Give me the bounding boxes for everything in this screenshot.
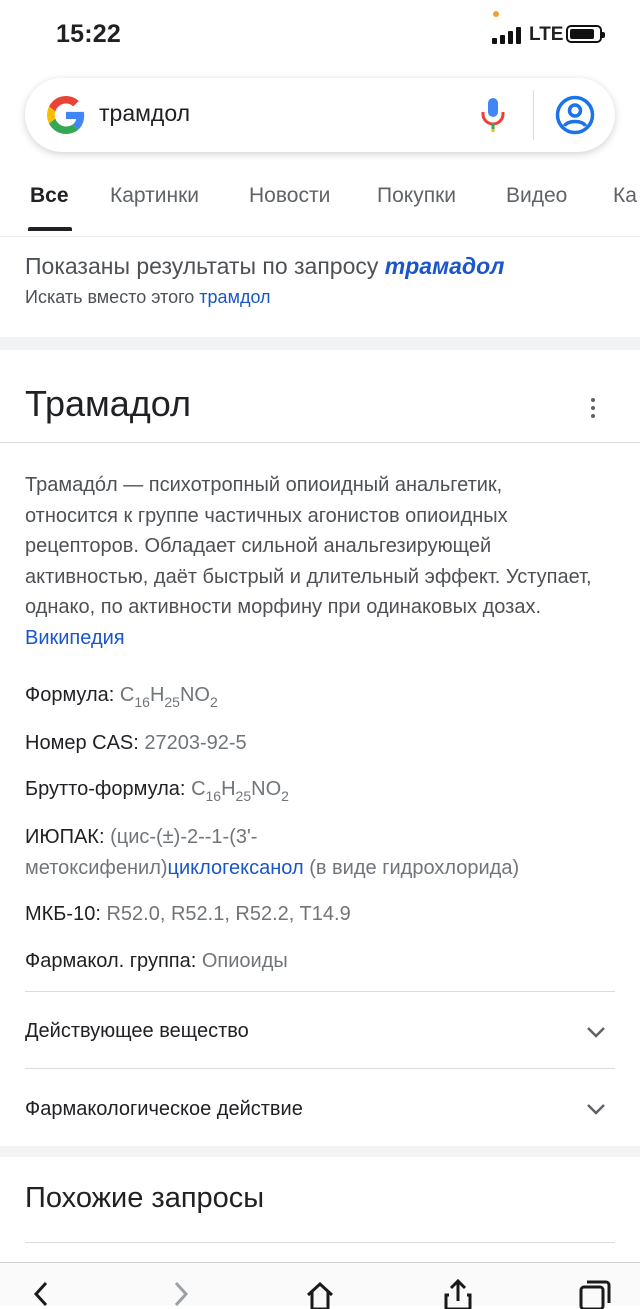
original-query-link[interactable]: трамдол [199, 287, 270, 307]
fact-value: C16H25NO2 [119, 684, 218, 710]
instead-prefix: Искать вместо этого [25, 287, 195, 307]
fact-pharm-group: Фармакол. группа: Опиоиды [25, 950, 288, 973]
corrected-query-link[interactable]: трамадол [385, 253, 505, 279]
fact-value: (цис-(±)-2--1-(3'- [110, 826, 258, 848]
shown-results-text: Показаны результаты по запросу трамадол [25, 253, 504, 280]
fact-value: R52.0, R52.1, R52.2, T14.9 [106, 903, 351, 925]
fact-label: Фармакол. группа: [25, 950, 197, 972]
google-logo-icon[interactable] [47, 96, 85, 134]
wikipedia-link[interactable]: Википедия [25, 627, 125, 649]
fact-label: МКБ-10: [25, 903, 101, 925]
fact-value: Опиоиды [201, 950, 288, 972]
description-text: Трамадóл — психотропный опиоидный анальг… [25, 474, 592, 618]
signal-icon [492, 27, 522, 44]
search-input[interactable]: трамдол [99, 100, 190, 127]
cyclohexanol-link[interactable]: циклогексанол [168, 857, 304, 879]
tab-active-indicator [28, 227, 72, 231]
fact-value: метоксифенил) [25, 857, 168, 879]
account-icon[interactable] [555, 95, 595, 135]
fact-label: Номер CAS: [25, 732, 139, 754]
fact-icd: МКБ-10: R52.0, R52.1, R52.2, T14.9 [25, 903, 351, 926]
tab-more[interactable]: Ка [613, 184, 637, 208]
microphone-icon[interactable] [479, 96, 507, 134]
knowledge-panel-title: Трамадол [25, 383, 192, 424]
orange-dot-indicator [493, 11, 499, 17]
spelling-correction: Показаны результаты по запросу трамадол … [0, 237, 640, 337]
tab-shopping[interactable]: Покупки [377, 184, 456, 208]
fact-value: C16H25NO2 [191, 778, 289, 804]
chevron-down-icon[interactable] [586, 1026, 606, 1038]
search-tabs: Все Картинки Новости Покупки Видео Ка [0, 170, 640, 237]
fact-label: Брутто-формула: [25, 778, 186, 800]
status-time: 15:22 [56, 20, 121, 48]
chevron-down-icon[interactable] [586, 1103, 606, 1115]
shown-prefix: Показаны результаты по запросу [25, 253, 379, 279]
fact-label: ИЮПАК: [25, 826, 105, 848]
fact-cas: Номер CAS: 27203-92-5 [25, 732, 247, 755]
fact-value: (в виде гидрохлорида) [309, 857, 520, 879]
fact-formula: Формула: C16H25NO2 [25, 684, 218, 710]
section-separator [0, 337, 640, 350]
accordion-active-substance[interactable]: Действующее вещество [25, 1020, 249, 1043]
fact-iupac-cont: метоксифенил)циклогексанол (в виде гидро… [25, 857, 519, 880]
related-searches-title: Похожие запросы [25, 1182, 265, 1214]
fact-brutto: Брутто-формула: C16H25NO2 [25, 778, 289, 804]
divider [25, 1242, 615, 1243]
section-separator [0, 1146, 640, 1157]
tab-images[interactable]: Картинки [110, 184, 199, 208]
search-bar[interactable]: трамдол [25, 78, 615, 152]
more-options-icon[interactable] [586, 397, 600, 421]
divider [25, 1068, 615, 1069]
tab-all[interactable]: Все [30, 184, 69, 208]
search-instead-text: Искать вместо этого трамдол [25, 287, 271, 308]
knowledge-panel-description: Трамадóл — психотропный опиоидный анальг… [25, 470, 595, 653]
divider [25, 991, 615, 992]
tab-video[interactable]: Видео [506, 184, 567, 208]
fact-value: 27203-92-5 [144, 732, 247, 754]
status-bar: 15:22 LTE [0, 0, 640, 66]
fact-label: Формула: [25, 684, 115, 706]
accordion-pharm-action[interactable]: Фармакологическое действие [25, 1098, 303, 1121]
battery-icon [566, 25, 605, 43]
divider [0, 442, 640, 443]
tab-news[interactable]: Новости [249, 184, 330, 208]
browser-toolbar [0, 1262, 640, 1309]
fact-iupac: ИЮПАК: (цис-(±)-2--1-(3'- [25, 826, 257, 849]
network-label: LTE [529, 24, 564, 45]
search-divider [533, 90, 534, 140]
